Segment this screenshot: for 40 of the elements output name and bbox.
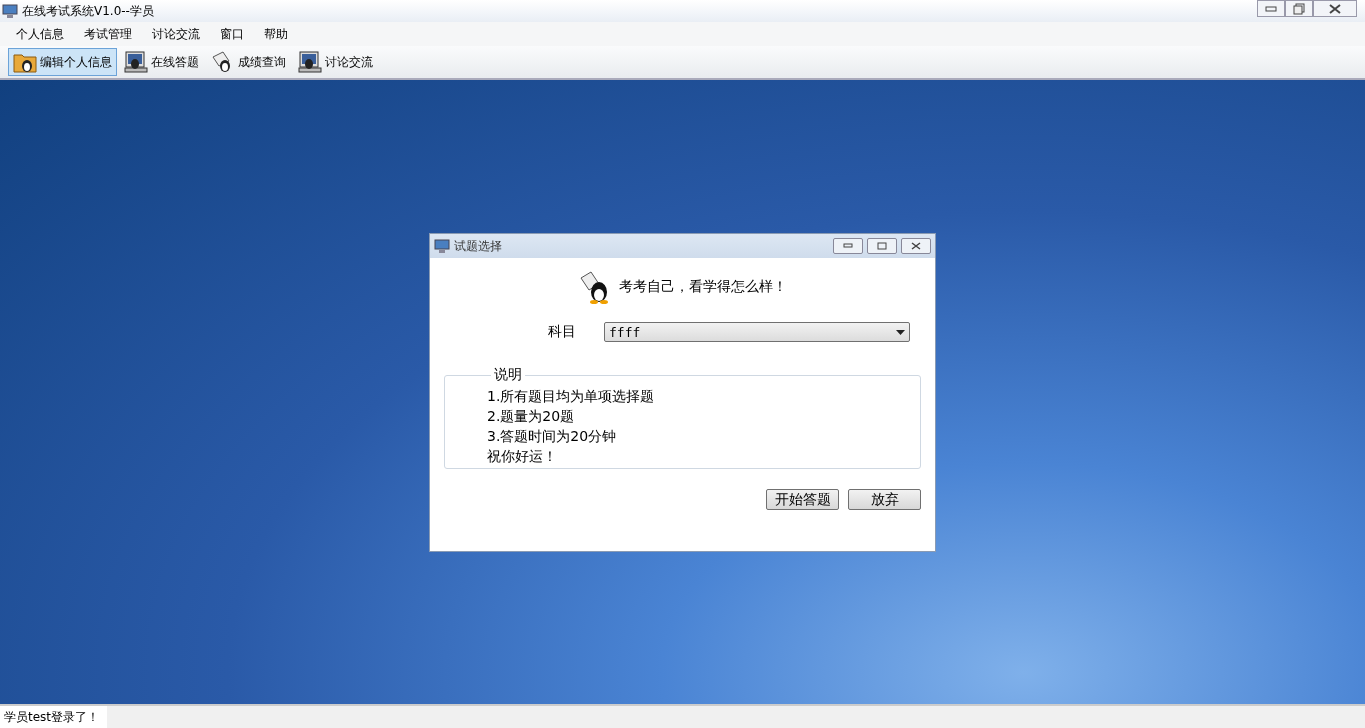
window-title: 在线考试系统V1.0--学员 [22, 2, 154, 20]
menu-item[interactable]: 窗口 [210, 25, 254, 43]
close-icon [911, 242, 921, 250]
dialog-button[interactable]: 开始答题 [766, 489, 839, 510]
subject-dropdown[interactable]: ffff [604, 322, 910, 342]
restore-icon [1293, 2, 1305, 15]
dialog-title: 试题选择 [454, 237, 502, 255]
subject-label: 科目 [547, 323, 576, 341]
toolbar-button[interactable]: 成绩查询 [206, 48, 291, 76]
status-text: 学员test登录了！ [0, 706, 108, 728]
menu-item[interactable]: 个人信息 [6, 25, 74, 43]
minimize-button[interactable] [1257, 0, 1285, 17]
menu-item[interactable]: 考试管理 [74, 25, 142, 43]
minimize-icon [1265, 5, 1277, 12]
close-button[interactable] [1313, 0, 1357, 17]
toolbar-button[interactable]: 讨论交流 [293, 48, 378, 76]
menu-item[interactable]: 讨论交流 [142, 25, 210, 43]
dialog-heading: 考考自己，看学得怎么样！ [618, 278, 787, 296]
note-line: 3.答题时间为20分钟 [487, 427, 618, 446]
computer-icon [298, 51, 322, 73]
note-line: 2.题量为20题 [487, 407, 576, 426]
notes-title: 说明 [493, 366, 523, 384]
restore-button[interactable] [1285, 0, 1313, 17]
maximize-button[interactable] [867, 238, 897, 254]
computer-icon [124, 51, 148, 73]
close-icon [1329, 3, 1341, 14]
monitor-icon [434, 238, 450, 254]
note-line: 祝你好运！ [487, 447, 558, 466]
minimize-button[interactable] [833, 238, 863, 254]
monitor-icon [2, 3, 18, 19]
toolbar-button[interactable]: 编辑个人信息 [8, 48, 117, 76]
note-line: 1.所有题目均为单项选择题 [487, 387, 656, 406]
menu-item[interactable]: 帮助 [254, 25, 298, 43]
folder-icon [13, 51, 37, 73]
maximize-icon [877, 242, 887, 250]
minimize-icon [843, 243, 853, 249]
dialog-button[interactable]: 放弃 [848, 489, 921, 510]
toolbar-button[interactable]: 在线答题 [119, 48, 204, 76]
dropdown-arrow-icon [896, 329, 905, 335]
close-button[interactable] [901, 238, 931, 254]
